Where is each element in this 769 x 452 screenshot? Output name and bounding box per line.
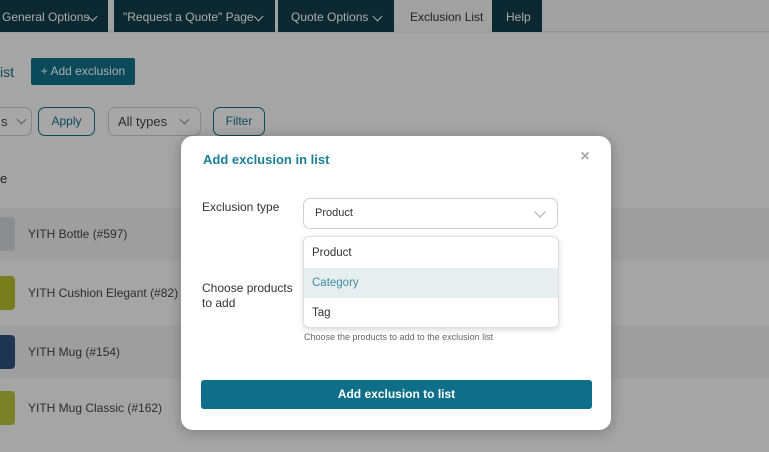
exclusion-type-dropdown: Product Category Tag [303,236,559,328]
dropdown-option-category[interactable]: Category [304,268,558,298]
choose-products-label: Choose products to add [202,281,293,310]
products-helper-text: Choose the products to add to the exclus… [304,332,494,342]
add-exclusion-to-list-button[interactable]: Add exclusion to list [201,380,592,409]
close-icon[interactable]: × [578,149,592,165]
exclusion-type-value: Product [315,207,353,219]
dropdown-option-product[interactable]: Product [304,238,558,268]
add-exclusion-modal: Add exclusion in list × Exclusion type P… [181,136,611,430]
modal-title: Add exclusion in list [203,152,330,167]
dropdown-option-tag[interactable]: Tag [304,298,558,327]
exclusion-type-label: Exclusion type [202,200,280,214]
chevron-down-icon [534,206,546,218]
exclusion-type-select[interactable]: Product [303,198,558,229]
